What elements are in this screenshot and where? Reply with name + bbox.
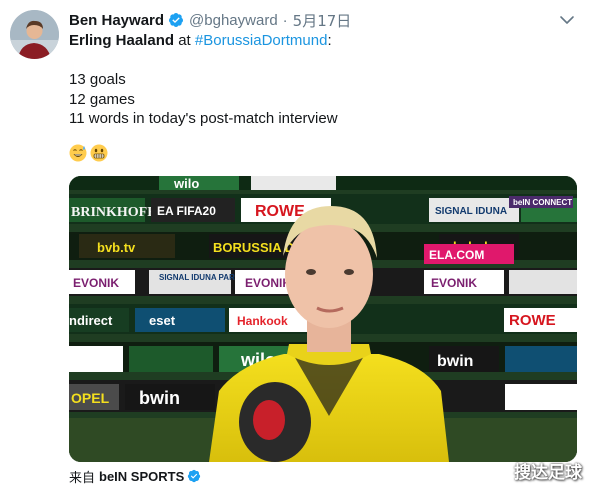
hashtag-link[interactable]: #BorussiaDortmund: [195, 32, 328, 49]
source-verified-badge-icon: [187, 469, 201, 483]
source-name[interactable]: beIN SPORTS: [99, 469, 184, 484]
emoji-row: [69, 144, 108, 164]
board-bwin-left: bwin: [139, 388, 180, 408]
stat-words: 11 words in today's post-match interview: [69, 110, 338, 127]
tweet-date[interactable]: 5月17日: [293, 10, 352, 31]
verified-badge-icon: [168, 12, 184, 28]
board-rowe: ROWE: [255, 203, 305, 220]
board-signal-iduna: SIGNAL IDUNA: [435, 206, 507, 217]
tweet-media-video[interactable]: wilo BRINKHOFF'S EA FIFA20 ROWE SIGNAL I…: [69, 176, 577, 462]
stat-games: 12 games: [69, 90, 135, 108]
board-borussia: BORUSSIA D: [213, 240, 294, 255]
author-name[interactable]: Ben Hayward: [69, 12, 164, 29]
board-evonik-right: EVONIK: [431, 276, 477, 290]
tweet-header: Ben Hayward @bghayward · 5月17日: [69, 9, 582, 31]
board-eset-left: eset: [149, 313, 176, 328]
tweet-source: 来自 beIN SPORTS: [69, 467, 201, 486]
watermark: 搜达足球: [514, 463, 582, 483]
separator-dot: ·: [282, 11, 288, 29]
board-ela-com: ELA.COM: [429, 248, 484, 262]
tweet-text-line-1: Erling Haaland at #BorussiaDortmund:: [69, 31, 582, 51]
board-hankook-left: Hankook: [237, 314, 288, 328]
author-avatar[interactable]: [10, 10, 59, 59]
board-evonik-left: EVONIK: [73, 276, 119, 290]
stat-goals: 13 goals: [69, 71, 126, 88]
grimacing-emoji-icon: [90, 144, 108, 162]
board-rowe-right: ROWE: [509, 312, 556, 329]
board-wilo-top: wilo: [173, 176, 199, 191]
chevron-down-icon[interactable]: [558, 11, 576, 29]
board-bwin-right: bwin: [437, 353, 473, 370]
text-connector: at: [174, 32, 195, 49]
mention-player: Erling Haaland: [69, 32, 175, 49]
board-ndirect: ndirect: [69, 313, 113, 328]
broadcaster-bug: beIN CONNECT: [513, 198, 572, 207]
text-colon: :: [327, 32, 332, 49]
board-ea-fifa: EA FIFA20: [157, 204, 216, 218]
board-opel: OPEL: [71, 390, 110, 406]
board-bvb-tv: bvb.tv: [97, 240, 136, 255]
tweet-text: Erling Haaland at #BorussiaDortmund: 13 …: [69, 31, 582, 129]
board-evonik-mid: EVONIK: [245, 276, 291, 290]
author-handle[interactable]: @bghayward: [189, 12, 278, 29]
board-signal-iduna-park: SIGNAL IDUNA PARK: [159, 273, 241, 282]
grinning-sweat-emoji-icon: [69, 144, 87, 162]
source-via-label: 来自: [69, 470, 96, 486]
